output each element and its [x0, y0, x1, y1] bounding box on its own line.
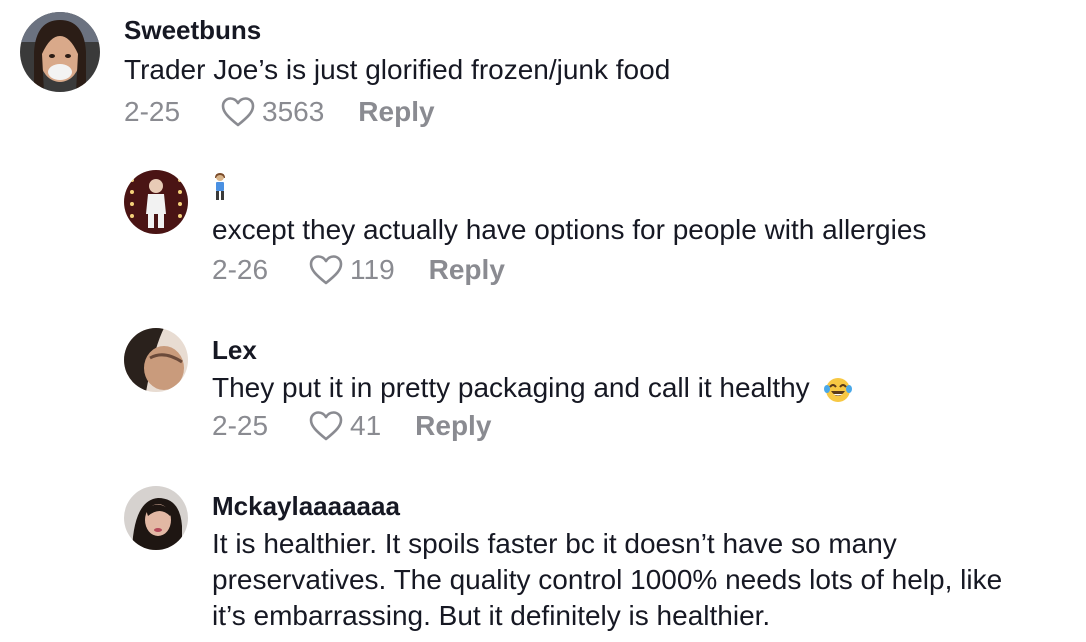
avatar[interactable]	[124, 170, 188, 234]
avatar[interactable]	[124, 328, 188, 392]
heart-icon	[309, 411, 343, 441]
like-button[interactable]: 3563	[220, 96, 324, 128]
comment-username[interactable]: Lex	[212, 334, 853, 366]
comment-username[interactable]: Mckaylaaaaaaa	[212, 490, 1002, 522]
comment-text: Trader Joe’s is just glorified frozen/ju…	[124, 54, 671, 85]
reply-button[interactable]: Reply	[415, 410, 491, 442]
like-count: 41	[350, 410, 382, 441]
like-count: 119	[350, 254, 395, 285]
avatar[interactable]	[124, 486, 188, 550]
like-count: 3563	[262, 96, 325, 127]
reply-button[interactable]: Reply	[358, 96, 434, 128]
avatar[interactable]	[20, 12, 100, 92]
comment-date: 2-25	[212, 410, 269, 441]
heart-icon	[309, 255, 343, 285]
heart-icon	[221, 97, 255, 127]
like-button[interactable]: 119	[308, 254, 395, 286]
comment-text: They put it in pretty packaging and call…	[212, 370, 853, 406]
comment-username[interactable]	[212, 172, 926, 202]
person-emoji-icon	[215, 173, 225, 200]
comment-text-line: It is healthier. It spoils faster bc it …	[212, 528, 897, 559]
comment-text-line: preservatives. The quality control 1000%…	[212, 564, 1003, 595]
laughing-tears-emoji-icon	[824, 377, 853, 402]
comment-text-line: it’s embarrassing. But it definitely is …	[212, 600, 771, 631]
reply-button[interactable]: Reply	[429, 254, 505, 286]
comment-text: except they actually have options for pe…	[212, 214, 927, 245]
comment-text-body: They put it in pretty packaging and call…	[212, 372, 810, 403]
like-button[interactable]: 41	[308, 410, 381, 442]
comment-username[interactable]: Sweetbuns	[124, 14, 670, 46]
comment-text: It is healthier. It spoils faster bc it …	[212, 526, 1002, 634]
comment-date: 2-26	[212, 254, 269, 285]
comment-date: 2-25	[124, 96, 181, 127]
